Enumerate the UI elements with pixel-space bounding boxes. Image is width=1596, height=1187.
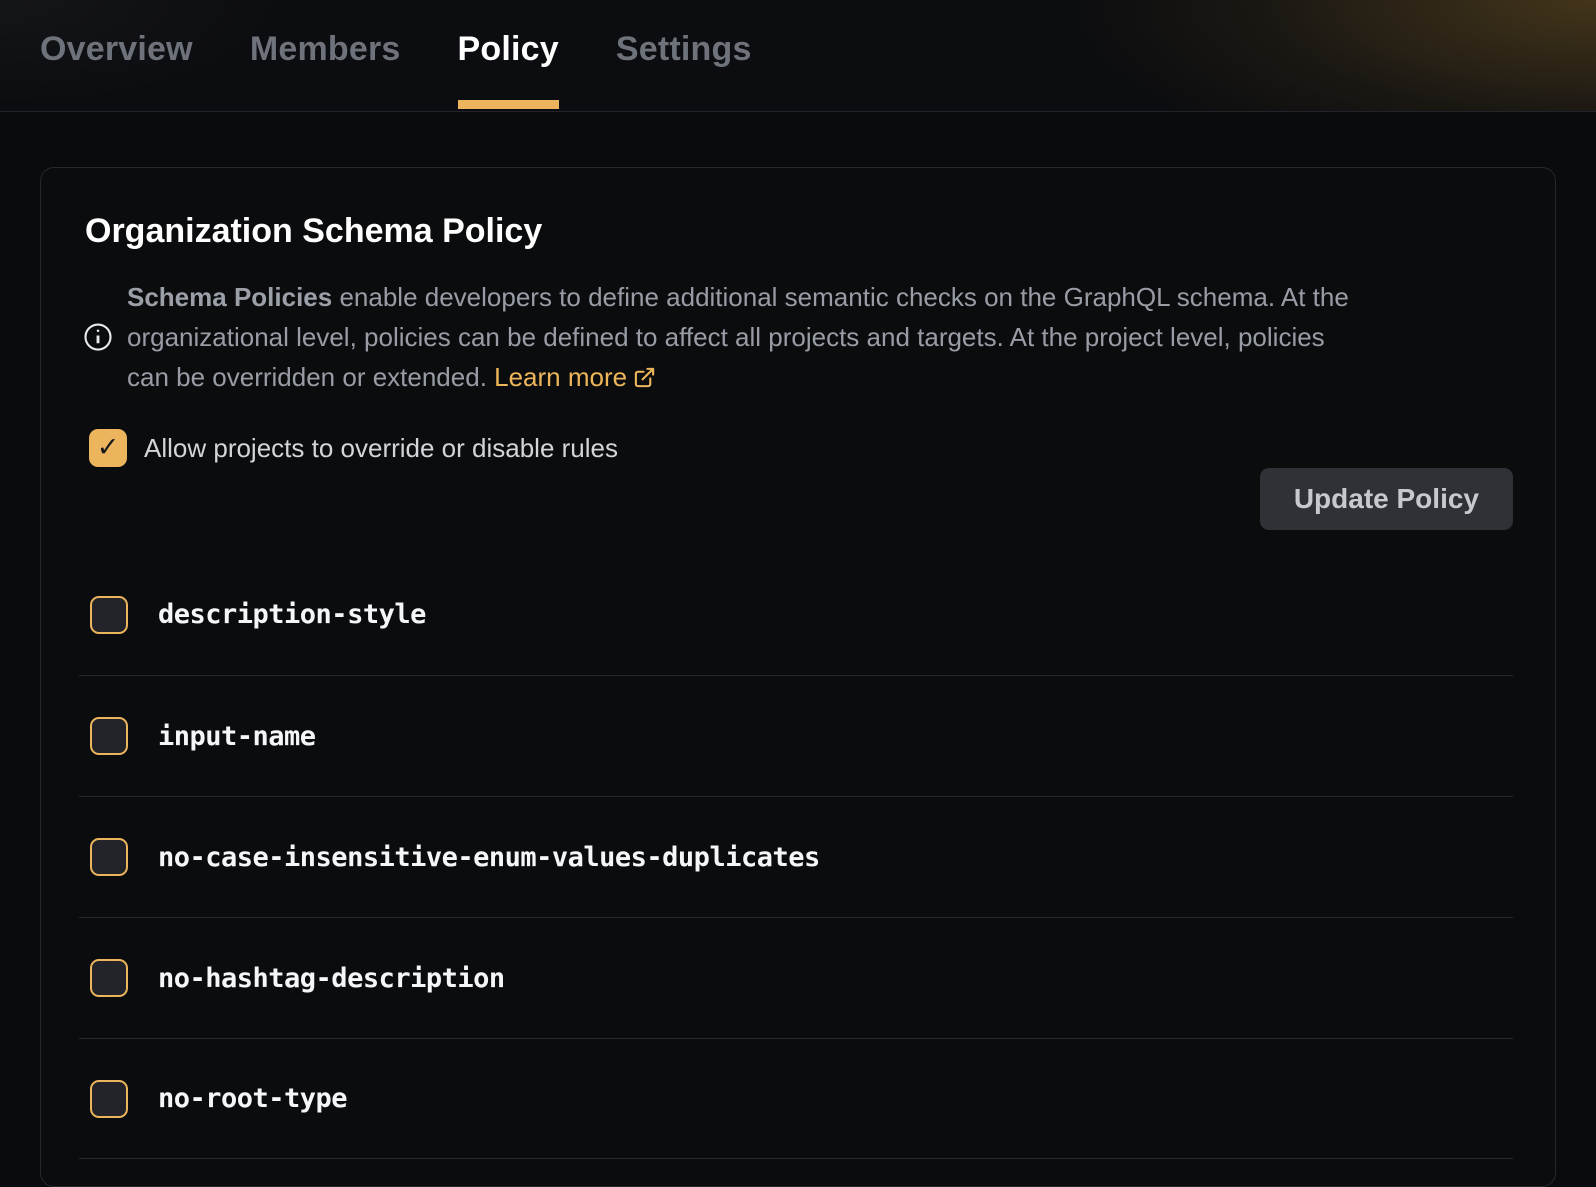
tab-members[interactable]: Members (250, 0, 401, 111)
learn-more-label: Learn more (494, 362, 627, 392)
policy-description-text: Schema Policies enable developers to def… (127, 277, 1349, 397)
tab-overview[interactable]: Overview (40, 0, 193, 111)
rule-name-label: no-hashtag-description (158, 963, 505, 994)
active-tab-underline (458, 100, 559, 109)
rules-list: description-style input-name no-case-ins… (79, 554, 1513, 1159)
rule-checkbox[interactable] (90, 1080, 128, 1118)
policy-description: Schema Policies enable developers to def… (83, 277, 1513, 397)
rule-row-no-case-insensitive-enum-values-duplicates: no-case-insensitive-enum-values-duplicat… (79, 796, 1513, 917)
tab-bar: Overview Members Policy Settings (0, 0, 1596, 111)
tab-settings[interactable]: Settings (616, 0, 752, 111)
tab-label: Overview (40, 30, 193, 69)
description-lead: Schema Policies (127, 282, 332, 312)
rule-name-label: description-style (158, 599, 426, 630)
tab-label: Policy (458, 30, 559, 69)
button-row: Update Policy (79, 468, 1513, 530)
rule-name-label: input-name (158, 721, 316, 752)
info-circle-icon (83, 322, 113, 352)
learn-more-link[interactable]: Learn more (494, 362, 656, 392)
tab-policy[interactable]: Policy (458, 0, 559, 111)
rule-checkbox[interactable] (90, 959, 128, 997)
rule-checkbox[interactable] (90, 717, 128, 755)
rule-row-no-hashtag-description: no-hashtag-description (79, 917, 1513, 1038)
allow-override-checkbox[interactable]: ✓ (89, 429, 127, 467)
tab-label: Settings (616, 30, 752, 69)
rule-row-description-style: description-style (79, 554, 1513, 675)
rule-checkbox[interactable] (90, 838, 128, 876)
rule-row-no-root-type: no-root-type (79, 1038, 1513, 1159)
rule-name-label: no-case-insensitive-enum-values-duplicat… (158, 842, 820, 873)
main-content: Organization Schema Policy Schema Polici… (0, 112, 1596, 1187)
allow-override-label: Allow projects to override or disable ru… (144, 433, 618, 464)
policy-card: Organization Schema Policy Schema Polici… (40, 167, 1556, 1187)
checkmark-icon: ✓ (97, 432, 120, 463)
top-navigation: Overview Members Policy Settings (0, 0, 1596, 112)
rule-name-label: no-root-type (158, 1083, 347, 1114)
external-link-icon (633, 366, 656, 389)
rule-row-input-name: input-name (79, 675, 1513, 796)
update-policy-button[interactable]: Update Policy (1260, 468, 1513, 530)
tab-label: Members (250, 30, 401, 69)
page-title: Organization Schema Policy (85, 212, 1513, 251)
rule-checkbox[interactable] (90, 596, 128, 634)
allow-override-row[interactable]: ✓ Allow projects to override or disable … (89, 429, 618, 467)
